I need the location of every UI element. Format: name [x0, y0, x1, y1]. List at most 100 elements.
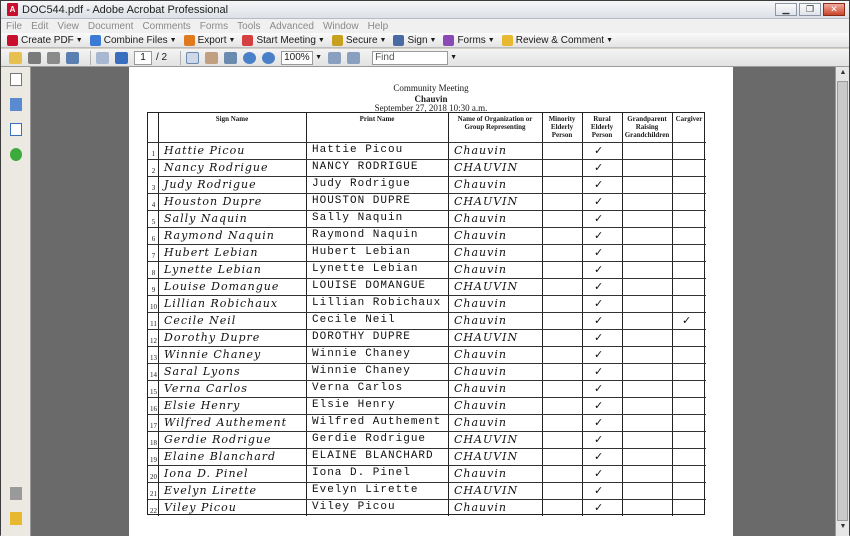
signature: Louise Domangue	[164, 280, 280, 293]
forms-button[interactable]: Forms ▼	[443, 34, 495, 46]
organization: CHAUVIN	[454, 331, 519, 344]
scroll-up-icon[interactable]: ▲	[838, 69, 848, 79]
menu-file[interactable]: File	[6, 21, 22, 32]
signature: Elaine Blanchard	[164, 450, 277, 463]
signature: Houston Dupre	[164, 195, 263, 208]
sign-button[interactable]: Sign ▼	[393, 34, 436, 46]
zoom-tool-icon[interactable]	[224, 51, 238, 64]
menu-help[interactable]: Help	[368, 21, 389, 32]
create-pdf-button[interactable]: Create PDF ▼	[7, 34, 83, 46]
fit-page-icon[interactable]	[328, 51, 342, 64]
zoom-level-select[interactable]: 100%	[281, 50, 314, 65]
attachments-panel-icon[interactable]	[10, 487, 22, 500]
pages-panel-icon[interactable]	[10, 73, 22, 86]
printed-name: Elsie Henry	[312, 399, 396, 411]
row-number: 10	[150, 303, 157, 311]
signature: Hattie Picou	[164, 144, 246, 157]
signature: Wilfred Authement	[164, 416, 288, 429]
rural-check: ✓	[594, 196, 604, 208]
organization: Chauvin	[454, 416, 507, 429]
row-divider	[148, 448, 706, 449]
save-icon[interactable]	[47, 51, 60, 64]
fit-width-icon[interactable]	[347, 51, 361, 64]
scroll-thumb[interactable]	[837, 81, 848, 521]
printed-name: Raymond Naquin	[312, 229, 419, 241]
signature: Lynette Lebian	[164, 263, 262, 276]
print-icon[interactable]	[28, 51, 41, 64]
signature: Saral Lyons	[164, 365, 241, 378]
signature: Dorothy Dupre	[164, 331, 261, 344]
organization: Chauvin	[454, 467, 507, 480]
col-print-name: Print Name	[359, 115, 395, 123]
select-tool-icon[interactable]	[186, 51, 200, 64]
export-button[interactable]: Export ▼	[183, 34, 235, 46]
find-input[interactable]: Find	[372, 50, 449, 65]
rural-check: ✓	[594, 281, 604, 293]
rural-check: ✓	[594, 417, 604, 429]
row-divider	[148, 142, 706, 143]
scroll-down-icon[interactable]: ▼	[838, 523, 848, 533]
organization: Chauvin	[454, 229, 507, 242]
zoom-in-icon[interactable]	[262, 51, 276, 64]
close-button[interactable]: ✕	[823, 3, 845, 16]
row-number: 2	[151, 167, 156, 175]
menu-tools[interactable]: Tools	[237, 21, 260, 32]
rural-check: ✓	[594, 264, 604, 276]
comments-panel-icon[interactable]	[10, 512, 22, 525]
row-divider	[148, 482, 706, 483]
row-number: 8	[151, 269, 156, 277]
vertical-scrollbar[interactable]: ▲ ▼	[835, 67, 849, 536]
menu-window[interactable]: Window	[323, 21, 359, 32]
review-icon	[501, 34, 513, 46]
rural-check: ✓	[594, 213, 604, 225]
page-number-input[interactable]: 1	[134, 50, 152, 65]
row-divider	[148, 414, 706, 415]
zoom-dropdown-icon[interactable]: ▼	[315, 54, 322, 61]
meeting-icon	[242, 34, 254, 46]
restore-button[interactable]: ❐	[799, 3, 821, 16]
bookmarks-panel-icon[interactable]	[10, 98, 22, 111]
find-dropdown-icon[interactable]: ▼	[450, 54, 457, 61]
rural-check: ✓	[594, 315, 604, 327]
minimize-button[interactable]: ▁	[775, 3, 797, 16]
printed-name: Viley Picou	[312, 501, 396, 513]
email-icon[interactable]	[66, 51, 79, 64]
organization: CHAUVIN	[454, 450, 519, 463]
col-rural-elderly: Rural Elderly Person	[590, 115, 614, 139]
menu-document[interactable]: Document	[88, 21, 134, 32]
row-number: 3	[151, 184, 156, 192]
hand-tool-icon[interactable]	[205, 51, 219, 64]
rural-check: ✓	[594, 451, 604, 463]
secure-button[interactable]: Secure ▼	[331, 34, 386, 46]
col-minority-elderly: Minority Elderly Person	[548, 115, 576, 139]
signatures-panel-icon[interactable]	[10, 123, 22, 136]
printed-name: NANCY RODRIGUE	[312, 161, 419, 173]
menu-advanced[interactable]: Advanced	[270, 21, 314, 32]
printed-name: HOUSTON DUPRE	[312, 195, 411, 207]
menu-view[interactable]: View	[57, 21, 79, 32]
signature: Nancy Rodrigue	[164, 161, 269, 174]
previous-page-icon[interactable]	[96, 51, 109, 64]
menu-edit[interactable]: Edit	[31, 21, 48, 32]
printed-name: LOUISE DOMANGUE	[312, 280, 427, 292]
menu-forms[interactable]: Forms	[200, 21, 228, 32]
combine-files-button[interactable]: Combine Files ▼	[89, 34, 177, 46]
start-meeting-button[interactable]: Start Meeting ▼	[242, 34, 325, 46]
row-divider	[148, 499, 706, 500]
next-page-icon[interactable]	[115, 51, 128, 64]
open-folder-icon[interactable]	[9, 51, 22, 64]
signature: Verna Carlos	[164, 382, 248, 395]
zoom-out-icon[interactable]	[243, 51, 257, 64]
navigation-toolbar: 1 / 2 100% ▼ Find ▼	[1, 49, 849, 67]
signature: Cecile Neil	[164, 314, 237, 327]
review-comment-button[interactable]: Review & Comment ▼	[501, 34, 613, 46]
row-divider	[148, 227, 706, 228]
organization: Chauvin	[454, 263, 507, 276]
help-icon[interactable]	[10, 148, 22, 161]
row-number: 9	[151, 286, 156, 294]
row-divider	[148, 312, 706, 313]
printed-name: Winnie Chaney	[312, 348, 411, 360]
signature: Elsie Henry	[164, 399, 241, 412]
menu-comments[interactable]: Comments	[142, 21, 190, 32]
printed-name: Hattie Picou	[312, 144, 404, 156]
